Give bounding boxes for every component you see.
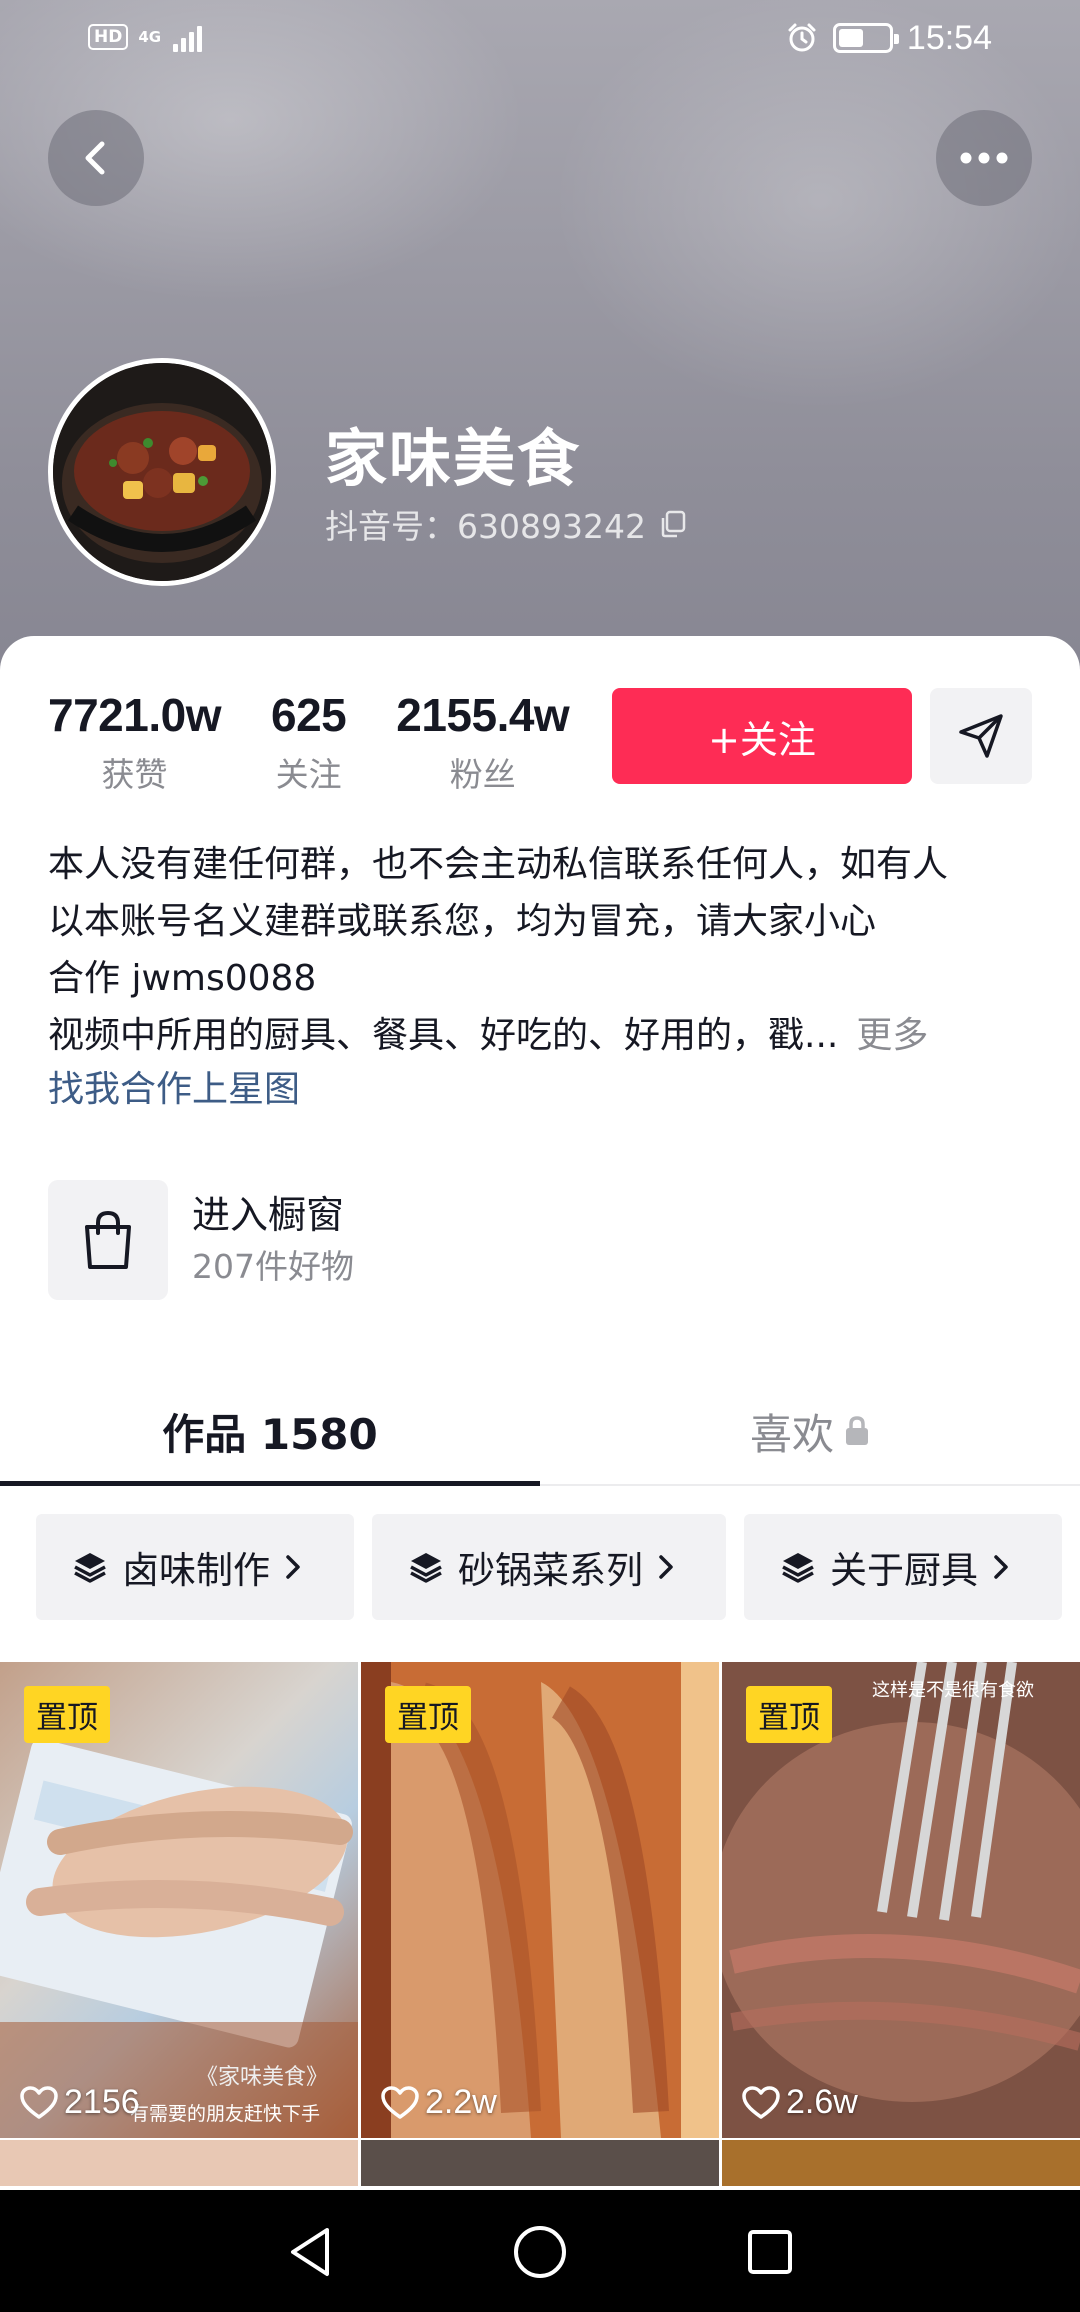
status-left: HD 4G bbox=[88, 22, 203, 52]
profile-banner: HD 4G 15:54 家味美食 抖音号：630893242 bbox=[0, 0, 1080, 680]
stat-value: 2155.4w bbox=[396, 689, 570, 741]
collection-chip[interactable]: 关于厨具 bbox=[744, 1514, 1062, 1620]
bio-line: 本人没有建任何群，也不会主动私信联系任何人，如有人 bbox=[48, 844, 949, 885]
collection-label: 关于厨具 bbox=[830, 1549, 978, 1592]
video-top-caption: 这样是不是很有食欲 bbox=[872, 1680, 1034, 1701]
collection-chip[interactable]: 砂锅菜系列 bbox=[372, 1514, 726, 1620]
heart-icon bbox=[381, 2085, 419, 2119]
active-tab-indicator bbox=[0, 1481, 540, 1486]
square-recents-icon bbox=[748, 2230, 792, 2274]
profile-sheet: 7721.0w 获赞 625 关注 2155.4w 粉丝 +关注 本人没有建任何… bbox=[0, 636, 1080, 2196]
video-likes: 2.2w bbox=[381, 2083, 497, 2122]
shop-text: 进入橱窗 207件好物 bbox=[192, 1188, 354, 1292]
video-thumbnail[interactable]: 置顶 2.2w bbox=[361, 1662, 719, 2138]
video-thumbnail[interactable]: 《家味美食》 有需要的朋友赶快下手 置顶 2156 bbox=[0, 1662, 358, 2138]
layers-icon bbox=[74, 1553, 106, 1583]
bio-line: 合作 jwms0088 bbox=[48, 958, 317, 999]
nav-recents-button[interactable] bbox=[738, 2220, 802, 2284]
video-thumbnail-partial[interactable] bbox=[361, 2140, 719, 2186]
shop-icon-box bbox=[48, 1180, 168, 1300]
video-overlay-title: 《家味美食》 bbox=[196, 2065, 328, 2090]
collection-chip[interactable]: 卤味制作 bbox=[36, 1514, 354, 1620]
pinned-badge: 置顶 bbox=[24, 1686, 110, 1743]
nav-home-button[interactable] bbox=[508, 2220, 572, 2284]
heart-icon bbox=[20, 2085, 58, 2119]
stat-likes[interactable]: 7721.0w 获赞 bbox=[48, 688, 221, 796]
heart-icon bbox=[742, 2085, 780, 2119]
stat-label: 关注 bbox=[275, 755, 342, 794]
shopping-bag-icon bbox=[85, 1210, 131, 1269]
message-button[interactable] bbox=[930, 688, 1032, 784]
profile-name: 家味美食 bbox=[325, 422, 582, 495]
chevron-right-icon bbox=[659, 1555, 673, 1579]
video-likes-count: 2156 bbox=[64, 2083, 140, 2121]
layers-icon bbox=[782, 1553, 814, 1583]
pinned-badge: 置顶 bbox=[385, 1686, 471, 1743]
video-thumbnail-partial[interactable] bbox=[722, 2140, 1080, 2186]
hd-badge: HD bbox=[88, 24, 129, 50]
avatar[interactable] bbox=[48, 358, 276, 586]
system-navigation-bar bbox=[0, 2190, 1080, 2312]
video-likes: 2156 bbox=[20, 2083, 140, 2122]
video-likes-count: 2.2w bbox=[425, 2083, 497, 2121]
bio-more-link[interactable]: 更多 bbox=[856, 1015, 928, 1056]
bio: 本人没有建任何群，也不会主动私信联系任何人，如有人 以本账号名义建群或联系您，均… bbox=[48, 836, 1038, 1116]
video-thumbnail[interactable]: 这样是不是很有食欲 置顶 2.6w bbox=[722, 1662, 1080, 2138]
video-thumbnail-partial[interactable] bbox=[0, 2140, 358, 2186]
copy-icon[interactable] bbox=[658, 509, 688, 539]
follow-label: +关注 bbox=[708, 717, 816, 762]
stat-followers[interactable]: 2155.4w 粉丝 bbox=[396, 688, 569, 796]
battery-level bbox=[838, 29, 863, 47]
shop-entry[interactable]: 进入橱窗 207件好物 bbox=[48, 1180, 354, 1300]
chevron-right-icon bbox=[286, 1555, 300, 1579]
collection-label: 卤味制作 bbox=[122, 1549, 270, 1592]
shop-title: 进入橱窗 bbox=[192, 1193, 345, 1237]
stat-value: 7721.0w bbox=[48, 689, 221, 741]
tab-works[interactable]: 作品 1580 bbox=[0, 1376, 540, 1486]
avatar-image bbox=[53, 363, 271, 581]
back-button[interactable] bbox=[48, 110, 144, 206]
video-likes: 2.6w bbox=[742, 2083, 858, 2122]
douyin-id-text: 抖音号：630893242 bbox=[325, 507, 646, 546]
send-icon bbox=[959, 714, 1003, 758]
layers-icon bbox=[410, 1553, 442, 1583]
collection-label: 砂锅菜系列 bbox=[458, 1549, 643, 1592]
clock: 15:54 bbox=[906, 19, 992, 57]
bio-line-text: 视频中所用的厨具、餐具、好吃的、好用的，戳... bbox=[48, 1015, 839, 1056]
nav-back-button[interactable] bbox=[278, 2220, 342, 2284]
tab-likes-label: 喜欢 bbox=[749, 1409, 834, 1459]
video-likes-count: 2.6w bbox=[786, 2083, 858, 2121]
shop-subtitle: 207件好物 bbox=[192, 1247, 354, 1286]
network-type: 4G bbox=[138, 28, 162, 46]
lock-icon bbox=[846, 1416, 868, 1445]
video-caption: 有需要的朋友赶快下手 bbox=[130, 2103, 320, 2125]
status-right: 15:54 bbox=[785, 18, 992, 58]
bio-line-last: 视频中所用的厨具、餐具、好吃的、好用的，戳... 更多 bbox=[48, 1007, 1038, 1064]
content-tabs: 作品 1580 喜欢 bbox=[0, 1376, 1080, 1486]
ellipsis-icon bbox=[960, 152, 1008, 164]
star-map-link[interactable]: 找我合作上星图 bbox=[48, 1064, 1038, 1116]
circle-home-icon bbox=[514, 2226, 566, 2278]
chevron-left-icon bbox=[85, 141, 105, 175]
stats-row: 7721.0w 获赞 625 关注 2155.4w 粉丝 bbox=[48, 688, 570, 796]
bio-line: 以本账号名义建群或联系您，均为冒充，请大家小心 bbox=[48, 901, 877, 942]
battery-icon bbox=[832, 23, 899, 53]
stat-following[interactable]: 625 关注 bbox=[270, 688, 347, 796]
signal-icon bbox=[173, 22, 203, 52]
alarm-icon bbox=[788, 23, 816, 52]
more-button[interactable] bbox=[936, 110, 1032, 206]
video-grid-next-row bbox=[0, 2140, 1080, 2186]
douyin-id: 抖音号：630893242 bbox=[325, 500, 688, 548]
stat-label: 获赞 bbox=[101, 755, 168, 794]
status-bar: HD 4G 15:54 bbox=[0, 0, 1080, 80]
chevron-right-icon bbox=[994, 1555, 1008, 1579]
tab-works-label: 作品 1580 bbox=[162, 1409, 378, 1459]
stat-value: 625 bbox=[270, 689, 347, 741]
stat-label: 粉丝 bbox=[449, 755, 516, 794]
collections-row: 卤味制作 砂锅菜系列 关于厨具 bbox=[36, 1514, 1062, 1620]
follow-button[interactable]: +关注 bbox=[612, 688, 912, 784]
tab-likes[interactable]: 喜欢 bbox=[540, 1376, 1080, 1486]
pinned-badge: 置顶 bbox=[746, 1686, 832, 1743]
triangle-back-icon bbox=[291, 2228, 329, 2276]
